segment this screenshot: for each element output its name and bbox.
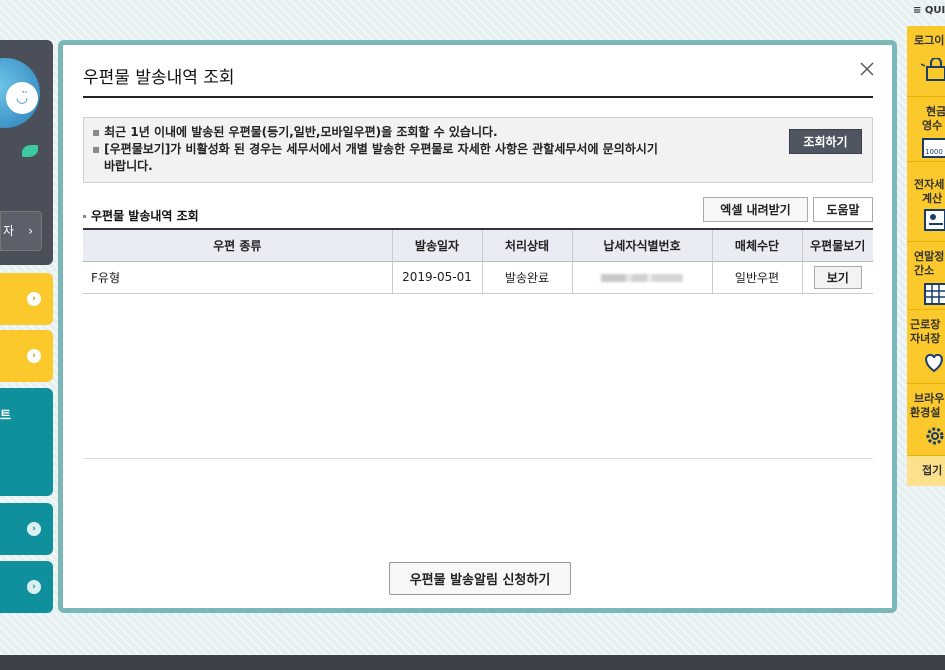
- chevron-right-icon: ›: [28, 224, 33, 238]
- quick-item-label: 현금: [926, 105, 945, 118]
- cell-view: 보기: [801, 261, 873, 294]
- gear-icon: [926, 427, 944, 445]
- notice-text-2: [우편물보기]가 비활성화 된 경우는 세무서에서 개별 발송한 우편물로 자세…: [104, 142, 658, 156]
- leaf-icon: [22, 145, 38, 157]
- arrow-circle-icon: ›: [27, 292, 41, 306]
- left-menu-teal-1[interactable]: 트: [0, 388, 53, 496]
- left-promo-button[interactable]: 자 ›: [0, 211, 42, 251]
- col-header-mail-type: 우편 종류: [83, 228, 392, 262]
- quick-menu-header: ≡ QUI: [913, 5, 945, 16]
- close-icon[interactable]: [858, 60, 876, 78]
- help-button[interactable]: 도움말: [813, 197, 873, 222]
- quick-item-label: 자녀장: [910, 332, 941, 345]
- arrow-circle-icon: ›: [27, 522, 41, 536]
- login-icon: [921, 58, 945, 81]
- arrow-circle-icon: ›: [27, 349, 41, 363]
- left-menu-teal-label: 트: [0, 408, 12, 422]
- modal-title: 우편물 발송내역 조회: [83, 68, 235, 88]
- notice-text-1: 최근 1년 이내에 발송된 우편물(등기,일반,모바일우편)을 조회할 수 있습…: [104, 125, 498, 139]
- left-promo-panel: ◡̈ 자 ›: [0, 40, 53, 265]
- footer-strip: [0, 655, 945, 670]
- col-header-status: 처리상태: [481, 228, 572, 262]
- excel-download-button[interactable]: 엑셀 내려받기: [703, 197, 808, 222]
- quick-item-login[interactable]: 로그이: [907, 26, 945, 97]
- redacted-id: [601, 273, 683, 282]
- title-divider: [83, 96, 873, 98]
- quick-item-earned-income[interactable]: 근로장 자녀장: [907, 310, 945, 384]
- quick-item-label: 영수: [922, 119, 943, 132]
- col-header-send-date: 발송일자: [391, 228, 482, 262]
- cell-medium: 일반우편: [711, 261, 802, 294]
- quick-item-label: 연말정: [914, 250, 945, 263]
- receipt-icon: 1000: [922, 138, 945, 158]
- quick-item-label: 로그이: [914, 34, 945, 47]
- quick-item-cash-receipt[interactable]: 현금 영수 1000: [907, 97, 945, 162]
- notice-line-3: 바랍니다.: [104, 159, 153, 173]
- section-title-text: 우편물 발송내역 조회: [91, 209, 199, 223]
- quick-item-label: 간소: [914, 264, 935, 277]
- cell-status: 발송완료: [481, 261, 572, 294]
- quick-menu: 로그이 현금 영수 1000 전자세 계산 연말정 간소 근로장 자녀장 브라우…: [907, 26, 945, 486]
- bullet-icon: [83, 215, 86, 218]
- table-header-row: 우편 종류 발송일자 처리상태 납세자식별번호 매체수단 우편물보기: [83, 228, 873, 262]
- left-menu-teal-3[interactable]: ›: [0, 561, 53, 613]
- section-title: 우편물 발송내역 조회: [83, 207, 199, 224]
- quick-item-label: 계산: [922, 192, 943, 205]
- mail-history-modal: 우편물 발송내역 조회 ▪ 최근 1년 이내에 발송된 우편물(등기,일반,모바일…: [58, 40, 897, 613]
- left-menu-yellow-1[interactable]: ›: [0, 273, 53, 325]
- left-menu-teal-2[interactable]: ›: [0, 503, 53, 555]
- calculator-icon: [924, 283, 945, 305]
- arrow-circle-icon: ›: [27, 580, 41, 594]
- content-divider: [83, 458, 873, 459]
- left-menu-yellow-2[interactable]: ›: [0, 330, 53, 382]
- quick-item-label: 근로장: [910, 318, 941, 331]
- left-promo-button-label: 자: [3, 224, 15, 238]
- quick-item-label: 전자세: [914, 178, 945, 191]
- heart-hands-icon: [925, 353, 943, 373]
- col-header-medium: 매체수단: [711, 228, 802, 262]
- invoice-icon: [924, 209, 945, 231]
- mail-notification-apply-button[interactable]: 우편물 발송알림 신청하기: [389, 562, 571, 595]
- quick-item-e-invoice[interactable]: 전자세 계산: [907, 162, 945, 242]
- quick-menu-collapse-button[interactable]: 접기: [907, 456, 945, 486]
- col-header-view: 우편물보기: [801, 228, 873, 262]
- smile-icon: ◡̈: [6, 82, 38, 114]
- cell-send-date: 2019-05-01: [391, 261, 482, 294]
- col-header-taxpayer-id: 납세자식별번호: [571, 228, 712, 262]
- quick-item-label: 브라우: [914, 392, 945, 405]
- quick-item-year-end[interactable]: 연말정 간소: [907, 242, 945, 310]
- notice-line-2: ▪ [우편물보기]가 비활성화 된 경우는 세무서에서 개별 발송한 우편물로 자…: [92, 141, 658, 158]
- bullet-icon: ▪: [92, 125, 101, 139]
- cell-mail-type: F유형: [83, 261, 392, 294]
- search-button[interactable]: 조회하기: [789, 129, 862, 154]
- notice-box: ▪ 최근 1년 이내에 발송된 우편물(등기,일반,모바일우편)을 조회할 수 있…: [83, 117, 873, 183]
- cell-taxpayer-id: [571, 261, 712, 294]
- table-row: F유형 2019-05-01 발송완료 일반우편 보기: [83, 261, 873, 294]
- notice-line-1: ▪ 최근 1년 이내에 발송된 우편물(등기,일반,모바일우편)을 조회할 수 있…: [92, 124, 498, 141]
- view-mail-button[interactable]: 보기: [813, 265, 862, 289]
- bullet-icon: ▪: [92, 142, 101, 156]
- svg-text:1000: 1000: [925, 148, 943, 156]
- mail-history-table: 우편 종류 발송일자 처리상태 납세자식별번호 매체수단 우편물보기 F유형 2…: [83, 228, 873, 294]
- quick-item-browser-settings[interactable]: 브라우 환경설: [907, 384, 945, 456]
- quick-item-label: 환경설: [910, 406, 941, 419]
